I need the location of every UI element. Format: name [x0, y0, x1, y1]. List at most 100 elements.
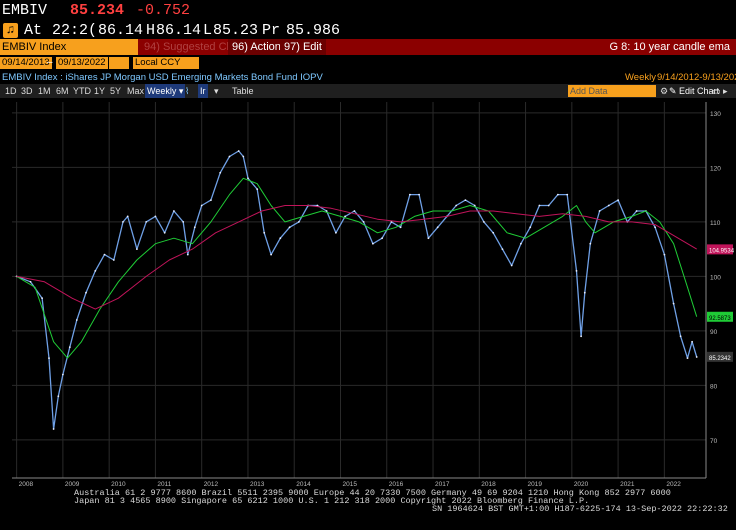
- price-point: [85, 291, 87, 294]
- x-tick-label: 2009: [65, 481, 80, 488]
- chart-grid: [12, 102, 706, 478]
- series-price: [16, 150, 698, 430]
- date-range-label: 9/14/2012-9/13/2022: [657, 72, 736, 83]
- price-point: [580, 335, 582, 338]
- price-point: [436, 226, 439, 229]
- currency-select[interactable]: Local CCY: [133, 57, 199, 69]
- price-point: [270, 253, 272, 256]
- end-date-field[interactable]: 09/13/2022: [56, 57, 108, 69]
- indicator-icon[interactable]: Ir: [198, 84, 208, 98]
- price-point: [418, 193, 420, 196]
- y-tick-label: 90: [710, 329, 718, 336]
- price-point: [455, 204, 458, 207]
- price-point: [186, 253, 189, 256]
- range-ytd-button[interactable]: YTD: [73, 84, 91, 98]
- calendar-icon[interactable]: [109, 57, 129, 69]
- price-point: [409, 193, 411, 196]
- edit-button[interactable]: 97) Edit: [280, 39, 326, 55]
- footer-session: SN 1964624 BST GMT+1:00 H187-6225-174 13…: [432, 504, 728, 514]
- layout-icon[interactable]: ▭: [712, 84, 721, 98]
- y-tick-label: 110: [710, 220, 721, 227]
- range-5y-button[interactable]: 5Y: [110, 84, 121, 98]
- price-point: [464, 199, 467, 201]
- period-label: Weekly: [625, 72, 656, 83]
- price-point: [68, 346, 71, 349]
- x-tick-label: 2015: [342, 481, 357, 488]
- y-tick-label: 100: [710, 274, 721, 281]
- price-point: [325, 210, 328, 212]
- price-point: [210, 199, 212, 201]
- price-point: [617, 199, 619, 201]
- price-point: [492, 231, 495, 234]
- bell-icon[interactable]: ♫: [3, 23, 18, 38]
- line-style-icon[interactable]: ⌇: [185, 84, 189, 98]
- y-tick-label: 120: [710, 165, 721, 172]
- chart-series: [15, 150, 698, 430]
- value-badges: 104.9534 92.5873 85.2342: [707, 244, 735, 362]
- price-point: [353, 210, 356, 212]
- price-point: [57, 395, 60, 398]
- price-point: [654, 226, 656, 229]
- quote-details: ♫ At 22:2 ( 86.14 H 86.14 L 85.23 Pr 85.…: [0, 22, 736, 39]
- bid-value: 86.14: [98, 22, 144, 39]
- price-point: [501, 248, 504, 251]
- price-point: [163, 231, 166, 234]
- low-value: 85.23: [213, 22, 259, 39]
- x-tick-label: 2008: [19, 481, 34, 488]
- range-1m-button[interactable]: 1M: [38, 84, 51, 98]
- range-max-button[interactable]: Max: [127, 84, 144, 98]
- x-tick-label: 2022: [666, 481, 681, 488]
- price-point: [193, 226, 196, 229]
- price-point: [219, 171, 222, 174]
- range-6m-button[interactable]: 6M: [56, 84, 69, 98]
- frequency-label: Weekly: [147, 86, 177, 96]
- range-1y-button[interactable]: 1Y: [94, 84, 105, 98]
- price-point: [247, 177, 249, 180]
- table-button[interactable]: Table: [232, 84, 254, 98]
- security-field[interactable]: EMBIV Index: [0, 39, 138, 55]
- settings-icon[interactable]: ⚙: [660, 84, 668, 98]
- dropdown-chevron-icon[interactable]: ▾: [214, 84, 219, 98]
- price-point: [473, 204, 476, 207]
- start-date-field[interactable]: 09/14/2013: [0, 57, 52, 69]
- price-point: [483, 221, 485, 223]
- price-point: [182, 221, 185, 223]
- ema-short-badge: 92.5873: [709, 316, 731, 322]
- price-point: [672, 302, 675, 305]
- price-point: [154, 215, 157, 218]
- x-tick-label: 2010: [111, 481, 126, 488]
- price-point: [298, 221, 300, 223]
- price-point: [557, 193, 559, 196]
- range-3d-button[interactable]: 3D: [21, 84, 33, 98]
- price-point: [686, 357, 689, 359]
- price-point: [237, 150, 240, 152]
- range-1d-button[interactable]: 1D: [5, 84, 17, 98]
- price-point: [52, 428, 55, 430]
- trade-time: 22:2: [52, 22, 89, 39]
- x-tick-label: 2019: [528, 481, 543, 488]
- prev-value: 85.986: [286, 22, 341, 39]
- more-icon[interactable]: ▸: [723, 84, 728, 98]
- high-prefix: H: [146, 22, 156, 39]
- price-point: [256, 188, 259, 191]
- price-point: [145, 221, 148, 223]
- price-point: [538, 204, 541, 207]
- high-value: 86.14: [156, 22, 202, 39]
- price-point: [200, 204, 203, 207]
- x-tick-label: 2018: [481, 481, 496, 488]
- price-point: [344, 215, 346, 218]
- price-point: [663, 253, 666, 256]
- last-price: 85.234: [70, 2, 125, 19]
- y-tick-label: 80: [710, 383, 718, 390]
- price-point: [427, 237, 430, 240]
- add-data-input[interactable]: Add Data: [568, 85, 656, 97]
- price-point: [62, 373, 64, 376]
- y-tick-label: 130: [710, 111, 721, 118]
- price-point: [48, 357, 50, 359]
- price-point: [598, 210, 601, 212]
- price-point: [75, 319, 78, 321]
- price-point: [173, 210, 175, 212]
- price-chart[interactable]: 708090100110120130 2008 2009 2010 2011 2012 2…: [0, 98, 736, 530]
- frequency-select[interactable]: Weekly ▾: [145, 84, 186, 98]
- price-point: [228, 155, 231, 158]
